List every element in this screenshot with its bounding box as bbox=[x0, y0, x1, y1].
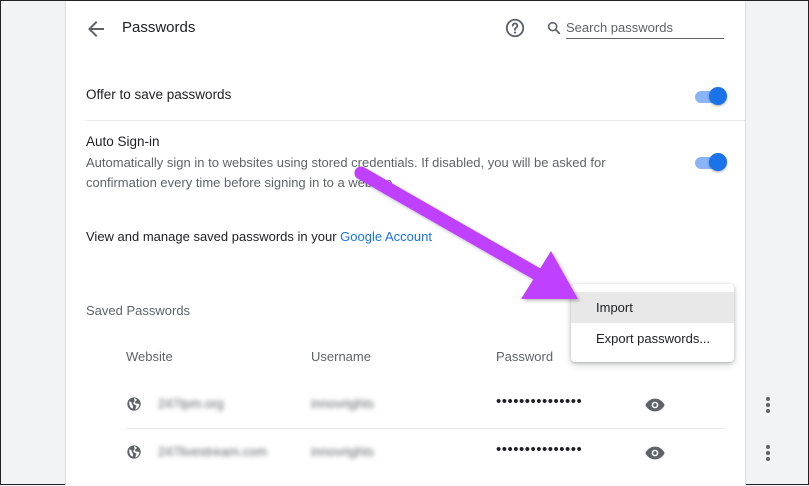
website-cell: 247livestream.com bbox=[158, 444, 268, 459]
divider bbox=[86, 120, 745, 121]
website-cell: 247tpm.org bbox=[158, 396, 224, 411]
offer-to-save-toggle[interactable] bbox=[695, 87, 727, 107]
table-row: 247tpm.org innovrights ••••••••••••••• bbox=[126, 382, 770, 429]
manage-passwords-text: View and manage saved passwords in your … bbox=[86, 229, 432, 244]
password-cell: ••••••••••••••• bbox=[496, 441, 583, 458]
eye-icon[interactable] bbox=[644, 394, 666, 416]
toggle-knob bbox=[709, 153, 727, 171]
globe-icon bbox=[127, 397, 141, 411]
saved-passwords-heading: Saved Passwords bbox=[86, 303, 191, 318]
column-header-website: Website bbox=[126, 349, 173, 364]
saved-passwords-menu: Import Export passwords... bbox=[571, 284, 734, 362]
more-vert-icon[interactable] bbox=[758, 442, 778, 464]
offer-to-save-label: Offer to save passwords bbox=[86, 87, 232, 102]
password-cell: ••••••••••••••• bbox=[496, 393, 583, 410]
column-header-password: Password bbox=[496, 349, 554, 364]
more-vert-icon[interactable] bbox=[758, 394, 778, 416]
auto-sign-in-label: Auto Sign-in bbox=[86, 134, 160, 149]
menu-item-export-passwords[interactable]: Export passwords... bbox=[571, 323, 734, 354]
column-header-username: Username bbox=[311, 349, 371, 364]
table-row: 247livestream.com innovrights ••••••••••… bbox=[126, 430, 770, 476]
toggle-knob bbox=[709, 87, 727, 105]
globe-icon bbox=[127, 445, 141, 459]
username-cell: innovrights bbox=[311, 444, 374, 459]
auto-sign-in-toggle[interactable] bbox=[695, 153, 727, 173]
username-cell: innovrights bbox=[311, 396, 374, 411]
menu-item-import[interactable]: Import bbox=[571, 292, 734, 323]
page-header: Passwords bbox=[66, 1, 745, 57]
help-icon[interactable] bbox=[504, 17, 526, 39]
auto-sign-in-description: Automatically sign in to websites using … bbox=[86, 155, 606, 190]
arrow-back-icon[interactable] bbox=[84, 17, 108, 41]
passwords-settings-card: Passwords Offer to save passwords Auto S… bbox=[65, 1, 770, 486]
page-title: Passwords bbox=[122, 19, 196, 36]
google-account-link[interactable]: Google Account bbox=[340, 229, 432, 244]
search-icon bbox=[547, 21, 561, 35]
search-input[interactable] bbox=[566, 16, 724, 39]
eye-icon[interactable] bbox=[644, 442, 666, 464]
manage-passwords-prefix: View and manage saved passwords in your bbox=[86, 229, 341, 244]
